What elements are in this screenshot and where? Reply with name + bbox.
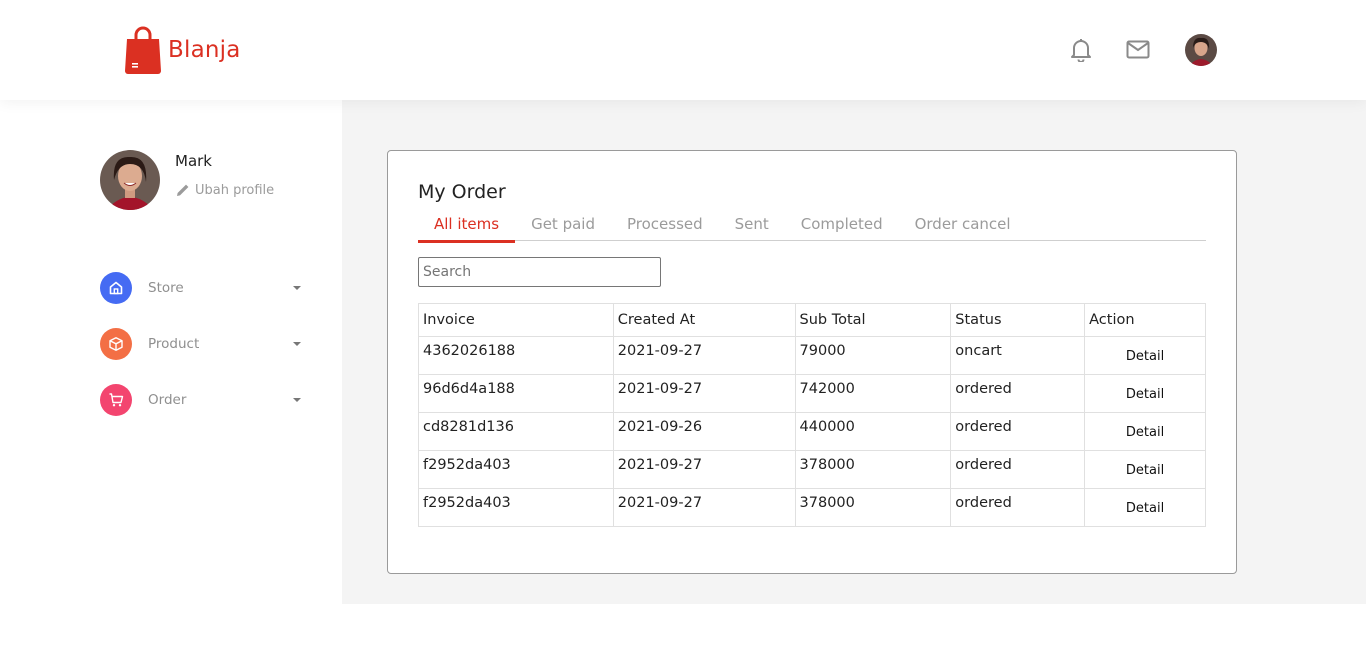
column-header-status: Status bbox=[950, 303, 1086, 337]
sidebar: Mark Ubah profile Store Product Order bbox=[0, 100, 342, 656]
orders-table: Invoice Created At Sub Total Status Acti… bbox=[418, 303, 1206, 527]
sidebar-item-label: Product bbox=[148, 336, 200, 352]
column-header-sub-total: Sub Total bbox=[794, 303, 952, 337]
sidebar-item-store[interactable]: Store bbox=[100, 272, 310, 304]
chevron-down-icon bbox=[293, 342, 301, 346]
invoice-cell: f2952da403 bbox=[418, 450, 614, 489]
detail-button[interactable]: Detail bbox=[1126, 501, 1164, 516]
main-content: My Order All items Get paid Processed Se… bbox=[342, 100, 1366, 604]
top-header: Blanja bbox=[0, 0, 1366, 100]
order-card: My Order All items Get paid Processed Se… bbox=[387, 150, 1237, 574]
detail-button[interactable]: Detail bbox=[1126, 349, 1164, 364]
tab-completed[interactable]: Completed bbox=[785, 215, 899, 241]
brand-name: Blanja bbox=[168, 37, 241, 63]
invoice-cell: 96d6d4a188 bbox=[418, 374, 614, 413]
table-header-row: Invoice Created At Sub Total Status Acti… bbox=[418, 303, 1206, 337]
detail-button[interactable]: Detail bbox=[1126, 463, 1164, 478]
column-header-created-at: Created At bbox=[612, 303, 796, 337]
table-row: f2952da403 2021-09-27 378000 ordered Det… bbox=[418, 488, 1206, 527]
page-title: My Order bbox=[418, 181, 506, 203]
column-header-invoice: Invoice bbox=[418, 303, 614, 337]
sub-total-cell: 378000 bbox=[794, 450, 952, 489]
chevron-down-icon bbox=[293, 286, 301, 290]
shopping-bag-icon bbox=[125, 26, 161, 74]
search-input[interactable] bbox=[418, 257, 661, 287]
sidebar-item-order[interactable]: Order bbox=[100, 384, 310, 416]
tab-all-items[interactable]: All items bbox=[418, 215, 516, 243]
action-cell: Detail bbox=[1084, 450, 1206, 489]
invoice-cell: 4362026188 bbox=[418, 336, 614, 375]
status-cell: ordered bbox=[950, 374, 1086, 413]
header-user-avatar[interactable] bbox=[1185, 34, 1217, 66]
created-at-cell: 2021-09-27 bbox=[612, 488, 796, 527]
order-tabs: All items Get paid Processed Sent Comple… bbox=[418, 215, 1206, 243]
edit-profile-link[interactable]: Ubah profile bbox=[175, 182, 274, 198]
created-at-cell: 2021-09-27 bbox=[612, 336, 796, 375]
table-row: 96d6d4a188 2021-09-27 742000 ordered Det… bbox=[418, 374, 1206, 413]
store-icon bbox=[100, 272, 132, 304]
cart-icon bbox=[100, 384, 132, 416]
status-cell: ordered bbox=[950, 450, 1086, 489]
action-cell: Detail bbox=[1084, 374, 1206, 413]
action-cell: Detail bbox=[1084, 488, 1206, 527]
tab-processed[interactable]: Processed bbox=[611, 215, 719, 241]
brand-logo[interactable]: Blanja bbox=[124, 25, 241, 75]
profile-avatar bbox=[100, 150, 160, 210]
mail-icon[interactable] bbox=[1126, 40, 1150, 63]
status-cell: ordered bbox=[950, 488, 1086, 527]
bell-icon[interactable] bbox=[1070, 37, 1092, 66]
edit-profile-label: Ubah profile bbox=[195, 182, 275, 198]
tab-get-paid[interactable]: Get paid bbox=[515, 215, 611, 241]
status-cell: ordered bbox=[950, 412, 1086, 451]
sidebar-item-label: Store bbox=[148, 280, 184, 296]
tab-sent[interactable]: Sent bbox=[719, 215, 785, 241]
detail-button[interactable]: Detail bbox=[1126, 425, 1164, 440]
sub-total-cell: 79000 bbox=[794, 336, 952, 375]
action-cell: Detail bbox=[1084, 412, 1206, 451]
action-cell: Detail bbox=[1084, 336, 1206, 375]
box-icon bbox=[100, 328, 132, 360]
sidebar-item-label: Order bbox=[148, 392, 187, 408]
status-cell: oncart bbox=[950, 336, 1086, 375]
sub-total-cell: 742000 bbox=[794, 374, 952, 413]
table-row: cd8281d136 2021-09-26 440000 ordered Det… bbox=[418, 412, 1206, 451]
invoice-cell: f2952da403 bbox=[418, 488, 614, 527]
table-row: 4362026188 2021-09-27 79000 oncart Detai… bbox=[418, 336, 1206, 375]
table-row: f2952da403 2021-09-27 378000 ordered Det… bbox=[418, 450, 1206, 489]
created-at-cell: 2021-09-27 bbox=[612, 450, 796, 489]
created-at-cell: 2021-09-27 bbox=[612, 374, 796, 413]
sub-total-cell: 378000 bbox=[794, 488, 952, 527]
detail-button[interactable]: Detail bbox=[1126, 387, 1164, 402]
pencil-icon bbox=[177, 184, 189, 196]
tab-order-cancel[interactable]: Order cancel bbox=[899, 215, 1027, 241]
sidebar-item-product[interactable]: Product bbox=[100, 328, 310, 360]
created-at-cell: 2021-09-26 bbox=[612, 412, 796, 451]
sub-total-cell: 440000 bbox=[794, 412, 952, 451]
profile-name: Mark bbox=[175, 152, 212, 170]
invoice-cell: cd8281d136 bbox=[418, 412, 614, 451]
column-header-action: Action bbox=[1084, 303, 1206, 337]
chevron-down-icon bbox=[293, 398, 301, 402]
